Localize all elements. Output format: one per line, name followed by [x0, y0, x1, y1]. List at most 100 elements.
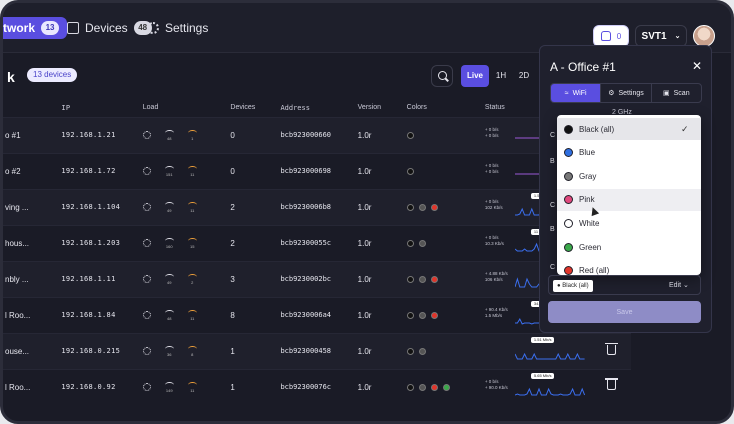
table-row[interactable]: ouse... 192.168.0.215 36 8 1 bcb923000458… [3, 332, 631, 369]
tab-wifi[interactable]: ≈ WiFi [551, 84, 602, 102]
color-dot [418, 239, 426, 247]
row-ip: 192.168.0.215 [61, 332, 143, 369]
cpu-icon [142, 239, 151, 247]
trash-icon[interactable] [605, 342, 618, 355]
color-dot [430, 383, 438, 391]
color-option[interactable]: Pink [557, 188, 701, 211]
traffic-rates: + 0 b/s + 90.0 Kb/s [485, 379, 508, 391]
color-option[interactable]: Black (all) ✓ [557, 118, 701, 140]
tab-scan[interactable]: ▣ Scan [652, 84, 701, 102]
tab-devices[interactable]: Devices 48 [67, 17, 152, 39]
row-devices: 8 [230, 296, 281, 333]
row-address: bcb9230002bc [280, 260, 358, 297]
load-indicator: 11 [187, 309, 197, 321]
panel-field-label: B [550, 158, 555, 165]
color-swatch [564, 171, 573, 181]
panel-title: A - Office #1 [550, 60, 616, 74]
range-1h[interactable]: 1H [491, 65, 511, 87]
rate-down: 1.5 Mb/s [484, 312, 503, 318]
user-menu-button[interactable]: SVT1 ⌄ [635, 25, 687, 47]
table-row[interactable]: o #2 192.168.1.72 151 11 0 bcb923000698 1… [3, 152, 631, 189]
header-ip: IP [61, 103, 71, 112]
avatar[interactable] [693, 25, 715, 47]
search-button[interactable] [431, 65, 453, 87]
panel-field-label: C [550, 202, 556, 209]
row-version: 1.0r [357, 260, 407, 297]
load-indicator: 8 [187, 345, 197, 357]
panel-field-label: C [550, 264, 556, 271]
rate-up: + 0 b/s [484, 162, 499, 168]
load-value: 48 [167, 135, 172, 141]
chevron-down-icon: ⌄ [674, 33, 681, 40]
load-indicator: 48 [164, 129, 174, 141]
load-indicator: 1 [187, 129, 197, 141]
row-load: 49 2 [142, 260, 231, 297]
gear-icon [147, 22, 159, 34]
rate-down: 102 Kb/s [484, 204, 503, 210]
load-indicator [142, 383, 151, 392]
row-colors [406, 296, 485, 333]
user-name: SVT1 [641, 30, 667, 42]
edit-dropdown[interactable]: Edit ⌄ [669, 281, 689, 289]
color-option-label: Black (all) [579, 124, 615, 134]
notifications-button[interactable]: 0 [593, 25, 629, 47]
row-ip: 192.168.1.84 [61, 296, 143, 333]
color-option[interactable]: Blue [557, 142, 701, 164]
tab-panel-settings[interactable]: ⚙ Settings [601, 84, 652, 102]
range-2d[interactable]: 2D [513, 65, 535, 87]
table-row[interactable]: o #1 192.168.1.21 48 1 0 bcb923000660 1.0… [3, 116, 631, 153]
table-header-row: IP Load Devices Address Version Colors S… [3, 99, 631, 117]
color-select-field[interactable]: ● Black (all) Edit ⌄ [548, 275, 701, 295]
traffic-rates: + 0 b/s + 0 b/s [485, 163, 499, 175]
table-row[interactable]: nbly ... 192.168.1.11 49 2 3 bcb9230002bc… [3, 260, 631, 297]
row-load: 49 11 [142, 188, 231, 225]
color-option[interactable]: White [557, 212, 701, 234]
list-toolbar: k 13 devices Live 1H 2D [3, 53, 631, 99]
table-row[interactable]: ving ... 192.168.1.104 49 11 2 bcb9230006… [3, 188, 631, 225]
row-version: 1.0r [357, 152, 407, 189]
table-row[interactable]: hous... 192.168.1.203 160 15 2 bcb9230005… [3, 224, 631, 261]
device-count-pill: 13 devices [27, 68, 78, 82]
table-row[interactable]: l Roo... 192.168.1.84 48 11 8 bcb9230006a… [3, 296, 631, 333]
row-devices: 3 [230, 260, 281, 297]
row-name: l Roo... [3, 368, 62, 405]
row-ip: 192.168.0.92 [61, 368, 143, 405]
color-dropdown[interactable]: Black (all) ✓ Blue Gray Pink White Green Red (a… [557, 115, 701, 275]
row-devices: 1 [230, 332, 281, 369]
load-indicator: 48 [164, 309, 174, 321]
tab-settings[interactable]: Settings [147, 17, 208, 39]
row-version: 1.0r [357, 296, 407, 333]
table-row[interactable]: l Roo... 192.168.0.92 149 11 1 bcb9230007… [3, 368, 631, 405]
rate-up: + 0 b/s [484, 126, 499, 132]
row-load: 160 15 [142, 224, 231, 261]
range-live[interactable]: Live [461, 65, 489, 87]
panel-tabs: ≈ WiFi ⚙ Settings ▣ Scan [550, 83, 702, 103]
color-dot [406, 131, 414, 139]
rate-up: + 4.88 Kb/s [484, 270, 508, 276]
color-option[interactable]: Gray [557, 165, 701, 187]
row-load: 149 11 [142, 368, 231, 405]
row-version: 1.0r [357, 368, 407, 405]
load-indicator [142, 167, 151, 175]
bell-icon [600, 31, 611, 41]
color-option-label: Gray [579, 171, 597, 181]
load-value: 151 [165, 171, 173, 177]
tab-network[interactable]: twork 13 [3, 17, 68, 39]
color-dot [406, 203, 414, 211]
row-load: 48 1 [142, 116, 231, 153]
close-icon[interactable]: ✕ [692, 59, 702, 73]
save-button[interactable]: Save [548, 301, 701, 323]
wifi-icon: ≈ [564, 89, 569, 97]
row-load: 48 11 [142, 296, 231, 333]
color-option[interactable]: Red (all) [557, 260, 701, 275]
color-option[interactable]: Green [557, 236, 701, 258]
traffic-tooltip: 1.51 Mb/s [530, 336, 555, 343]
color-dot [430, 275, 438, 283]
color-option-label: Pink [579, 195, 595, 205]
trash-icon[interactable] [605, 378, 618, 391]
color-dot [418, 275, 426, 283]
color-dot [406, 383, 414, 391]
load-value: 11 [190, 171, 195, 177]
row-colors [406, 116, 485, 153]
color-dot [442, 383, 450, 391]
